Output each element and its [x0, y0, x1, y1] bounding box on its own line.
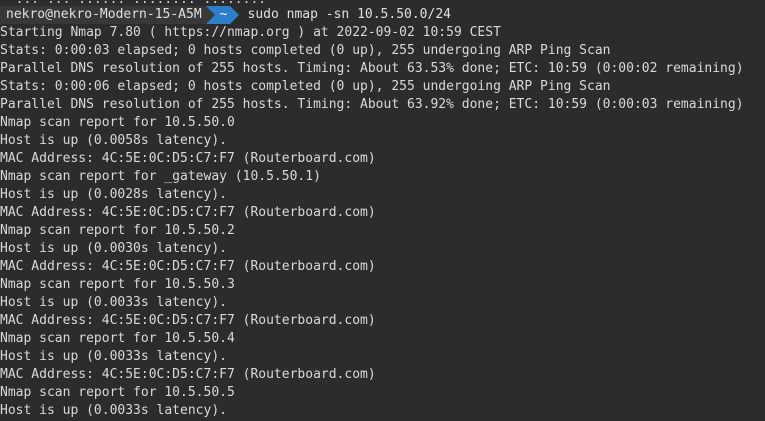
output-line: Nmap scan report for 10.5.50.2: [0, 223, 235, 238]
output-line: MAC Address: 4C:5E:0C:D5:C7:F7 (Routerbo…: [0, 313, 376, 328]
output-line: MAC Address: 4C:5E:0C:D5:C7:F7 (Routerbo…: [0, 205, 376, 220]
shell-prompt: nekro@nekro-Modern-15-A5M ~ sudo nmap -s…: [0, 6, 451, 24]
output-line: Parallel DNS resolution of 255 hosts. Ti…: [0, 61, 744, 76]
output-line: Nmap scan report for _gateway (10.5.50.1…: [0, 169, 321, 184]
output-line: Stats: 0:00:06 elapsed; 0 hosts complete…: [0, 79, 611, 94]
output-line: Starting Nmap 7.80 ( https://nmap.org ) …: [0, 25, 501, 40]
output-line: Parallel DNS resolution of 255 hosts. Ti…: [0, 97, 744, 112]
output-line: Host is up (0.0058s latency).: [0, 133, 227, 148]
output-line: Host is up (0.0030s latency).: [0, 241, 227, 256]
prompt-separator-arrow-icon: [205, 6, 215, 24]
output-line: Stats: 0:00:03 elapsed; 0 hosts complete…: [0, 43, 611, 58]
output-line: MAC Address: 4C:5E:0C:D5:C7:F7 (Routerbo…: [0, 367, 376, 382]
prompt-command: sudo nmap -sn 10.5.50.0/24: [247, 7, 452, 22]
output-line: MAC Address: 4C:5E:0C:D5:C7:F7 (Routerbo…: [0, 151, 376, 166]
output-line: MAC Address: 4C:5E:0C:D5:C7:F7 (Routerbo…: [0, 259, 376, 274]
output-line: Nmap scan report for 10.5.50.0: [0, 115, 235, 130]
output-line: Nmap scan report for 10.5.50.3: [0, 277, 235, 292]
output-line: Host is up (0.0033s latency).: [0, 295, 227, 310]
prompt-directory: ~: [214, 6, 230, 24]
prompt-user-host: nekro@nekro-Modern-15-A5M: [0, 6, 206, 24]
output-line: Nmap scan report for 10.5.50.5: [0, 385, 235, 400]
terminal-window[interactable]: ... ... ...... ........ ........ nekro@n…: [0, 0, 765, 421]
prompt-end-arrow-icon: [229, 6, 239, 24]
command-output: Starting Nmap 7.80 ( https://nmap.org ) …: [0, 24, 765, 420]
output-line: Host is up (0.0033s latency).: [0, 349, 227, 364]
output-line: Host is up (0.0028s latency).: [0, 187, 227, 202]
output-line: Nmap scan report for 10.5.50.4: [0, 331, 235, 346]
output-line: Host is up (0.0033s latency).: [0, 403, 227, 418]
